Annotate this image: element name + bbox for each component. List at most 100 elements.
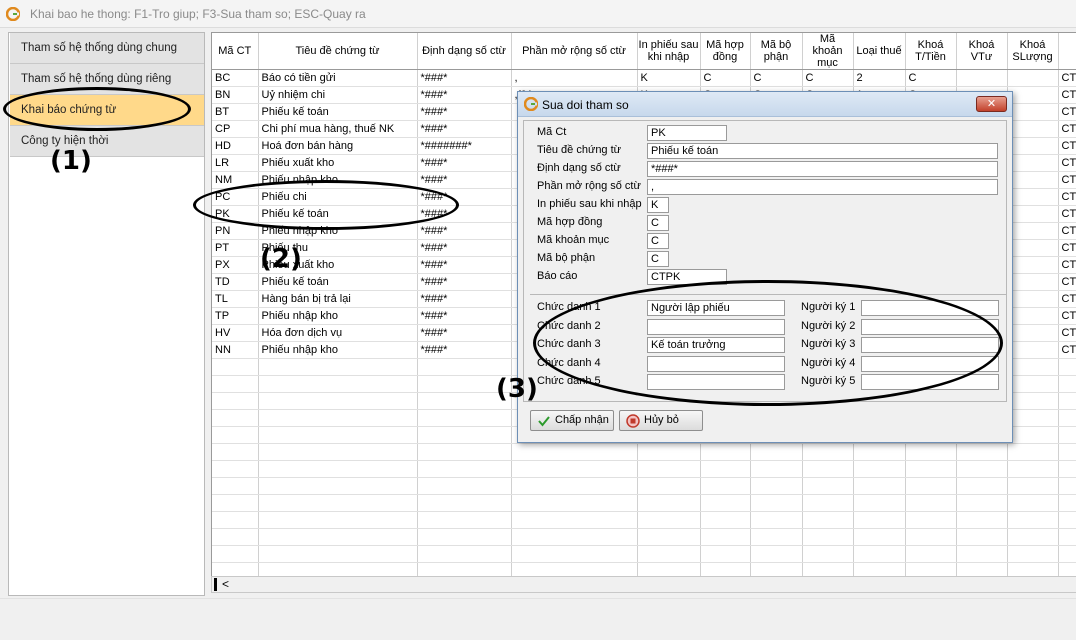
field-input[interactable]: *###*: [647, 161, 998, 177]
column-header[interactable]: Khoá VTư: [956, 33, 1008, 70]
table-cell[interactable]: Uỷ nhiệm chi: [258, 86, 418, 104]
table-cell[interactable]: C: [802, 69, 854, 87]
table-cell[interactable]: C: [905, 69, 957, 87]
table-cell[interactable]: *###*: [417, 307, 512, 325]
table-cell[interactable]: CTP: [1058, 205, 1076, 223]
table-cell[interactable]: Phiếu nhập kho: [258, 307, 418, 325]
column-header[interactable]: Phần mở rộng số ctừ: [511, 33, 638, 70]
field-input[interactable]: ,: [647, 179, 998, 195]
table-cell[interactable]: [1007, 86, 1059, 104]
table-cell[interactable]: K: [637, 69, 701, 87]
field-input[interactable]: C: [647, 215, 669, 231]
table-cell[interactable]: *###*: [417, 120, 512, 138]
table-cell[interactable]: Phiếu kế toán: [258, 103, 418, 121]
table-cell[interactable]: CTC: [1058, 120, 1076, 138]
column-header[interactable]: Khoá T/Tiền: [905, 33, 957, 70]
table-cell[interactable]: LR: [212, 154, 259, 172]
table-cell[interactable]: [1007, 69, 1059, 87]
column-header[interactable]: Khoá SLượng: [1007, 33, 1059, 70]
table-cell[interactable]: *###*: [417, 171, 512, 189]
table-cell[interactable]: *###*: [417, 341, 512, 359]
table-cell[interactable]: Hoá đơn bán hàng: [258, 137, 418, 155]
table-cell[interactable]: BT: [212, 103, 259, 121]
table-cell[interactable]: [1007, 120, 1059, 138]
scroll-left-arrow-icon[interactable]: <: [222, 577, 229, 592]
table-cell[interactable]: Phiếu nhập kho: [258, 341, 418, 359]
table-cell[interactable]: [956, 69, 1008, 87]
table-cell[interactable]: [1007, 273, 1059, 291]
column-header[interactable]: Định dạng số ctừ: [417, 33, 512, 70]
table-cell[interactable]: *###*: [417, 290, 512, 308]
table-cell[interactable]: NN: [212, 341, 259, 359]
table-cell[interactable]: TP: [212, 307, 259, 325]
table-cell[interactable]: *###*: [417, 222, 512, 240]
table-cell[interactable]: TD: [212, 273, 259, 291]
table-cell[interactable]: *###*: [417, 324, 512, 342]
table-cell[interactable]: *###*: [417, 69, 512, 87]
field-input[interactable]: C: [647, 233, 669, 249]
table-cell[interactable]: TL: [212, 290, 259, 308]
table-cell[interactable]: CTP: [1058, 256, 1076, 274]
table-cell[interactable]: [1007, 239, 1059, 257]
table-row[interactable]: BCBáo có tiền gửi*###*,KCCC2CCTB: [212, 69, 1076, 87]
table-cell[interactable]: CTP: [1058, 273, 1076, 291]
column-header[interactable]: Mã bộ phận: [750, 33, 803, 70]
table-cell[interactable]: *###*: [417, 103, 512, 121]
table-cell[interactable]: BN: [212, 86, 259, 104]
horizontal-scrollbar[interactable]: <: [211, 576, 1076, 593]
table-cell[interactable]: HV: [212, 324, 259, 342]
table-cell[interactable]: BC: [212, 69, 259, 87]
table-cell[interactable]: 2: [853, 69, 906, 87]
field-input[interactable]: Phiếu kế toán: [647, 143, 998, 159]
field-input[interactable]: K: [647, 197, 669, 213]
table-cell[interactable]: [1007, 188, 1059, 206]
table-cell[interactable]: Phiếu xuất kho: [258, 154, 418, 172]
table-cell[interactable]: CTP: [1058, 171, 1076, 189]
table-cell[interactable]: C: [750, 69, 803, 87]
table-cell[interactable]: CTP: [1058, 239, 1076, 257]
table-cell[interactable]: [1007, 205, 1059, 223]
column-header[interactable]: [1058, 33, 1076, 70]
table-cell[interactable]: [1007, 137, 1059, 155]
table-cell[interactable]: [1007, 171, 1059, 189]
table-cell[interactable]: C: [700, 69, 751, 87]
table-cell[interactable]: Hóa đơn dịch vụ: [258, 324, 418, 342]
table-cell[interactable]: [1007, 154, 1059, 172]
table-cell[interactable]: PX: [212, 256, 259, 274]
sidebar-item-shared-params[interactable]: Tham số hệ thống dùng chung: [10, 33, 204, 64]
table-cell[interactable]: *###*: [417, 154, 512, 172]
table-cell[interactable]: *###*: [417, 256, 512, 274]
table-cell[interactable]: [1007, 324, 1059, 342]
table-cell[interactable]: [1007, 103, 1059, 121]
column-header[interactable]: In phiếu sau khi nhập: [637, 33, 701, 70]
table-cell[interactable]: *###*: [417, 273, 512, 291]
column-header[interactable]: Mã hợp đồng: [700, 33, 751, 70]
column-header[interactable]: Tiêu đề chứng từ: [258, 33, 418, 70]
table-cell[interactable]: Phiếu kế toán: [258, 273, 418, 291]
table-cell[interactable]: [1007, 307, 1059, 325]
table-cell[interactable]: PT: [212, 239, 259, 257]
field-input[interactable]: PK: [647, 125, 727, 141]
table-cell[interactable]: Báo có tiền gửi: [258, 69, 418, 87]
accept-button[interactable]: Chấp nhận: [530, 410, 614, 431]
table-cell[interactable]: HD: [212, 137, 259, 155]
table-cell[interactable]: [1007, 341, 1059, 359]
column-header[interactable]: Loại thuế: [853, 33, 906, 70]
table-cell[interactable]: CTP: [1058, 324, 1076, 342]
table-cell[interactable]: Chi phí mua hàng, thuế NK: [258, 120, 418, 138]
table-cell[interactable]: [1007, 256, 1059, 274]
table-cell[interactable]: Hàng bán bị trả lại: [258, 290, 418, 308]
column-header[interactable]: Mã khoản mục: [802, 33, 854, 70]
table-cell[interactable]: CTU: [1058, 86, 1076, 104]
table-cell[interactable]: *#######*: [417, 137, 512, 155]
table-cell[interactable]: CTB: [1058, 69, 1076, 87]
table-cell[interactable]: [1007, 290, 1059, 308]
table-cell[interactable]: CP: [212, 120, 259, 138]
table-cell[interactable]: *###*: [417, 86, 512, 104]
table-cell[interactable]: [1007, 222, 1059, 240]
field-input[interactable]: C: [647, 251, 669, 267]
table-cell[interactable]: CTP: [1058, 341, 1076, 359]
table-cell[interactable]: CTH: [1058, 137, 1076, 155]
table-cell[interactable]: ,: [511, 69, 638, 87]
table-cell[interactable]: CTP: [1058, 154, 1076, 172]
